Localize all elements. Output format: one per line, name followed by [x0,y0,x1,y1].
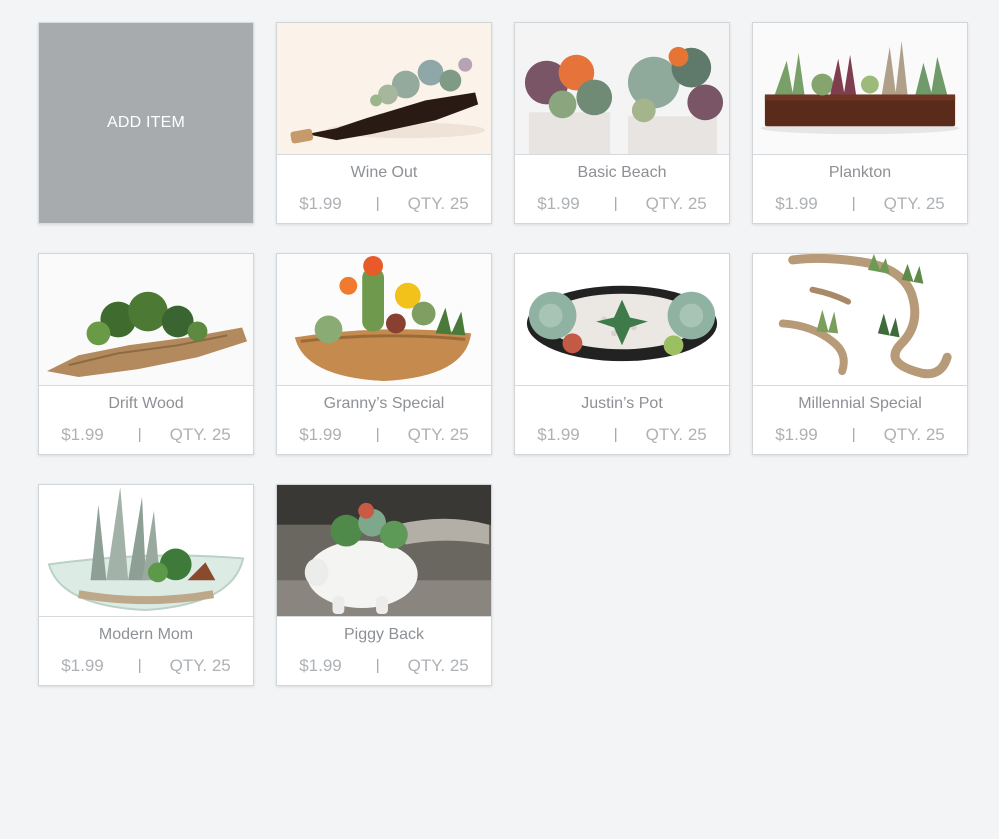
product-card[interactable]: Basic Beach $1.99 | QTY. 25 [514,22,730,224]
airplant-branch-icon [753,254,967,386]
product-name: Granny’s Special [323,395,445,412]
product-name: Drift Wood [108,395,184,412]
meta-separator: | [851,195,856,212]
product-price: $1.99 [299,194,342,213]
product-meta: $1.99 | QTY. 25 [277,424,491,446]
product-meta: $1.99 | QTY. 25 [753,424,967,446]
oval-pot-succulent-icon [515,254,729,386]
product-card[interactable]: Millennial Special $1.99 | QTY. 25 [752,253,968,455]
product-grid: ADD ITEM Wine Out $1.99 | QTY. 25 Basic … [38,22,968,686]
meta-separator: | [613,195,618,212]
meta-separator: | [375,195,380,212]
product-price: $1.99 [61,656,104,675]
product-card[interactable]: Plankton $1.99 | QTY. 25 [752,22,968,224]
meta-separator: | [137,426,142,443]
product-qty: QTY. 25 [169,656,231,675]
product-qty: QTY. 25 [645,194,707,213]
product-card[interactable]: Drift Wood $1.99 | QTY. 25 [38,253,254,455]
succulent-wine-bottle-icon [277,23,491,155]
product-price: $1.99 [61,425,104,444]
product-name: Justin’s Pot [581,395,663,412]
product-qty: QTY. 25 [407,656,469,675]
product-meta: $1.99 | QTY. 25 [39,655,253,677]
succulent-planter-box-icon [753,23,967,155]
product-price: $1.99 [299,656,342,675]
meta-separator: | [851,426,856,443]
product-meta: $1.99 | QTY. 25 [515,193,729,215]
piggy-planter-icon [277,485,491,617]
product-meta: $1.99 | QTY. 25 [515,424,729,446]
meta-separator: | [375,657,380,674]
product-price: $1.99 [775,194,818,213]
succulent-boxes-icon [515,23,729,155]
product-price: $1.99 [775,425,818,444]
product-name: Wine Out [350,164,418,181]
product-name: Basic Beach [577,164,667,181]
product-name: Millennial Special [798,395,922,412]
product-card[interactable]: Granny’s Special $1.99 | QTY. 25 [276,253,492,455]
product-qty: QTY. 25 [169,425,231,444]
product-meta: $1.99 | QTY. 25 [39,424,253,446]
product-card[interactable]: Wine Out $1.99 | QTY. 25 [276,22,492,224]
cactus-bowl-icon [277,254,491,386]
product-card[interactable]: Justin’s Pot $1.99 | QTY. 25 [514,253,730,455]
driftwood-planter-icon [39,254,253,386]
product-meta: $1.99 | QTY. 25 [277,655,491,677]
meta-separator: | [375,426,380,443]
product-meta: $1.99 | QTY. 25 [753,193,967,215]
product-qty: QTY. 25 [883,425,945,444]
product-name: Piggy Back [343,626,425,643]
product-price: $1.99 [537,425,580,444]
add-item-label: ADD ITEM [106,114,186,131]
meta-separator: | [613,426,618,443]
product-name: Plankton [828,164,892,181]
glass-bowl-succulent-icon [39,485,253,617]
add-item-button[interactable]: ADD ITEM [38,22,254,224]
product-qty: QTY. 25 [407,425,469,444]
product-price: $1.99 [299,425,342,444]
product-card[interactable]: Modern Mom $1.99 | QTY. 25 [38,484,254,686]
product-meta: $1.99 | QTY. 25 [277,193,491,215]
product-price: $1.99 [537,194,580,213]
product-qty: QTY. 25 [407,194,469,213]
product-card[interactable]: Piggy Back $1.99 | QTY. 25 [276,484,492,686]
meta-separator: | [137,657,142,674]
product-qty: QTY. 25 [645,425,707,444]
product-name: Modern Mom [98,626,194,643]
product-qty: QTY. 25 [883,194,945,213]
